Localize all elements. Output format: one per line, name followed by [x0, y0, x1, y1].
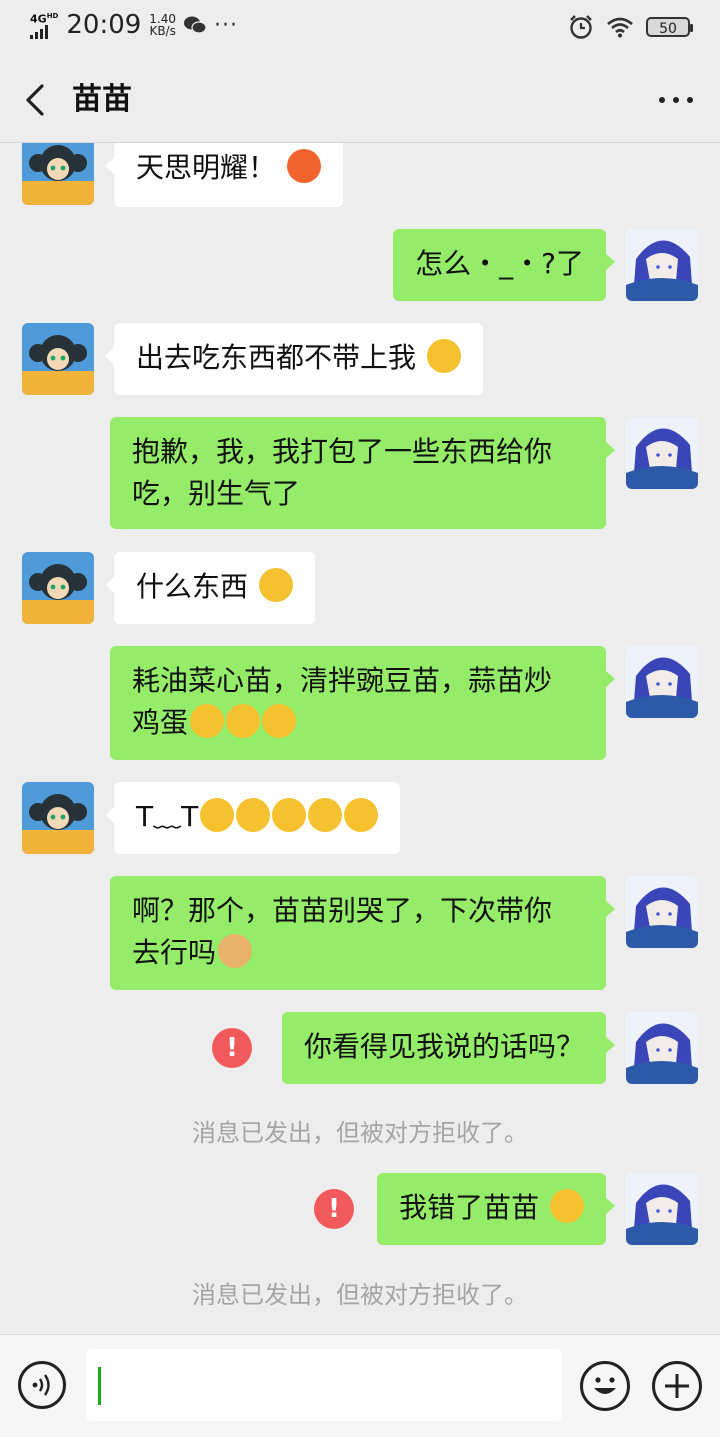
- text-cursor: [98, 1367, 101, 1405]
- message-bubble-out[interactable]: 耗油菜心苗，清拌豌豆苗，蒜苗炒 鸡蛋: [110, 646, 615, 760]
- smirk-emoji-icon: [190, 704, 225, 738]
- handshake-emoji-icon: [218, 934, 253, 968]
- message-bubble-out[interactable]: 我错了苗苗: [377, 1173, 615, 1245]
- message-bubble-in[interactable]: 什么东西: [105, 552, 315, 624]
- emoji-icon: [594, 1377, 616, 1394]
- message-text: 怎么・_・?了: [415, 247, 584, 280]
- message-input[interactable]: [86, 1349, 562, 1421]
- send-failed-icon[interactable]: !: [212, 1028, 252, 1068]
- status-bar: 4GHD 20:09 1.40 KB/s ··· 50: [0, 0, 720, 56]
- message-text-line: 去行吗: [132, 932, 584, 974]
- message-text: 什么东西: [136, 570, 249, 603]
- hiding-face-emoji-icon: [258, 568, 293, 602]
- wifi-icon: [607, 17, 633, 38]
- contact-avatar[interactable]: [22, 782, 94, 854]
- self-avatar[interactable]: [626, 417, 698, 489]
- angry-emoji-icon: [286, 149, 321, 183]
- clock: 20:09: [66, 10, 142, 40]
- loud-crying-emoji-icon: [550, 1189, 584, 1223]
- more-icon[interactable]: [654, 80, 698, 120]
- network-indicator: 4GHD: [30, 11, 58, 39]
- network-speed: 1.40 KB/s: [149, 12, 177, 38]
- crying-emoji-icon: [200, 798, 235, 832]
- contact-avatar[interactable]: [22, 323, 94, 395]
- message-text: 出去吃东西都不带上我: [136, 341, 417, 374]
- self-avatar[interactable]: [626, 229, 698, 301]
- crying-emoji-icon: [344, 798, 379, 832]
- message-text-line: 抱歉，我，我打包了一些东西给你: [132, 435, 553, 468]
- plus-icon: [665, 1374, 689, 1398]
- status-right: 50: [568, 14, 693, 40]
- contact-avatar[interactable]: [22, 143, 94, 205]
- battery-icon: 50: [646, 17, 693, 37]
- message-text-line: 鸡蛋: [132, 702, 584, 744]
- message-bubble-in[interactable]: 天思明耀！: [105, 143, 343, 207]
- signal-icon: [30, 24, 58, 39]
- message-text-line: 耗油菜心苗，清拌豌豆苗，蒜苗炒: [132, 664, 553, 697]
- send-failed-icon[interactable]: !: [314, 1189, 354, 1229]
- self-avatar[interactable]: [626, 876, 698, 948]
- self-avatar[interactable]: [626, 646, 698, 718]
- alarm-icon: [570, 15, 592, 39]
- message-bubble-in[interactable]: 出去吃东西都不带上我: [105, 323, 483, 395]
- message-bubble-out[interactable]: 你看得见我说的话吗？: [281, 1012, 616, 1084]
- message-bubble-out[interactable]: 抱歉，我，我打包了一些东西给你 吃，别生气了: [110, 417, 615, 529]
- chat-title: 苗苗: [72, 82, 132, 117]
- nav-bar: 苗苗: [0, 56, 720, 143]
- network-label: 4GHD: [30, 12, 59, 26]
- crying-emoji-icon: [236, 798, 271, 832]
- crying-emoji-icon: [272, 798, 307, 832]
- message-list[interactable]: 天思明耀！ 怎么・_・?了 出去吃东西都不带上我 抱歉，我，我打包了一些东西给你…: [0, 143, 720, 1333]
- back-arrow-icon[interactable]: [18, 80, 54, 120]
- smirk-emoji-icon: [262, 704, 297, 738]
- message-bubble-out[interactable]: 怎么・_・?了: [393, 229, 615, 301]
- input-bar: [0, 1334, 720, 1437]
- message-text: 我错了苗苗: [399, 1191, 540, 1224]
- message-text-line: 吃，别生气了: [132, 477, 301, 510]
- voice-button[interactable]: [18, 1361, 66, 1409]
- self-avatar[interactable]: [626, 1012, 698, 1084]
- wechat-icon: [184, 16, 207, 34]
- system-message: 消息已发出，但被对方拒收了。: [192, 1119, 528, 1147]
- message-text: 天思明耀！: [136, 151, 277, 184]
- system-message: 消息已发出，但被对方拒收了。: [192, 1281, 528, 1309]
- self-avatar[interactable]: [626, 1173, 698, 1245]
- emoji-button[interactable]: [580, 1361, 630, 1411]
- message-text-line: 啊？那个，苗苗别哭了，下次带你: [132, 894, 553, 927]
- status-left: 4GHD 20:09 1.40 KB/s ···: [30, 10, 238, 40]
- message-text: T﹏T: [136, 800, 199, 833]
- message-bubble-in[interactable]: T﹏T: [104, 782, 401, 854]
- smirk-emoji-icon: [226, 704, 261, 738]
- crying-emoji-icon: [308, 798, 343, 832]
- voice-icon: [32, 1374, 50, 1396]
- message-text: 你看得见我说的话吗？: [303, 1030, 584, 1063]
- more-functions-button[interactable]: [652, 1361, 702, 1411]
- contact-avatar[interactable]: [22, 552, 94, 624]
- crying-emoji-icon: [426, 339, 461, 373]
- message-bubble-out[interactable]: 啊？那个，苗苗别哭了，下次带你 去行吗: [110, 876, 615, 990]
- status-more-icon: ···: [214, 12, 238, 38]
